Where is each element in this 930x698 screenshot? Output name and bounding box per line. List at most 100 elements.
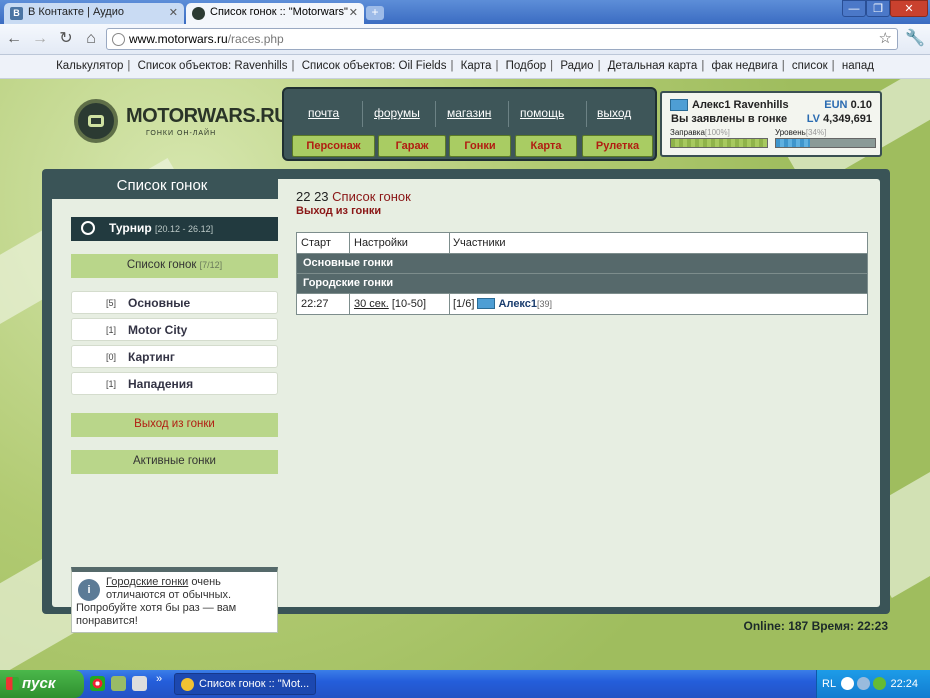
time-label: Время:: [811, 619, 854, 633]
participant-level: [39]: [537, 299, 553, 309]
chevron-icon[interactable]: »: [156, 673, 162, 685]
footer-status: Online: 187 Время: 22:23: [744, 619, 889, 633]
roulette-button[interactable]: Рулетка: [582, 135, 653, 157]
category-attacks[interactable]: [1] Нападения: [71, 372, 278, 395]
close-icon[interactable]: ✕: [349, 6, 358, 19]
lv-value: 4,349,691: [823, 113, 872, 125]
races-button[interactable]: Гонки: [449, 135, 511, 157]
bookmark-item[interactable]: Детальная карта: [608, 60, 698, 72]
windows-logo-icon: [6, 677, 19, 690]
logo-subtitle: ГОНКИ ОН-ЛАЙН: [146, 130, 217, 137]
exit-race-link[interactable]: Выход из гонки: [296, 205, 381, 217]
minimize-button[interactable]: —: [842, 0, 866, 17]
tray-icon[interactable]: [873, 677, 886, 690]
category-main[interactable]: [5] Основные: [71, 291, 278, 314]
tray-icon[interactable]: [857, 677, 870, 690]
tab-label: В Контакте | Аудио: [28, 6, 124, 18]
info-icon: i: [78, 579, 100, 601]
clock: 22:24: [890, 678, 918, 690]
app-icon[interactable]: [111, 676, 126, 691]
bookmark-item[interactable]: Калькулятор: [56, 60, 123, 72]
address-bar[interactable]: www.motorwars.ru/races.php ☆: [106, 28, 898, 50]
nav-shop[interactable]: магазин: [447, 106, 491, 120]
bookmark-item[interactable]: фак недвига: [712, 60, 778, 72]
category-motor-city[interactable]: [1] Motor City: [71, 318, 278, 341]
new-tab-button[interactable]: +: [366, 6, 384, 20]
level-label: Уровень: [775, 128, 806, 137]
language-indicator[interactable]: RL: [822, 678, 836, 690]
character-button[interactable]: Персонаж: [292, 135, 375, 157]
nav-mail[interactable]: почта: [308, 106, 339, 120]
home-icon[interactable]: ⌂: [81, 29, 101, 49]
bookmarks-bar: Калькулятор | Список объектов: Ravenhills…: [0, 55, 930, 79]
chrome-icon: [181, 678, 194, 691]
map-button[interactable]: Карта: [515, 135, 577, 157]
taskbar-window-label: Список гонок :: "Mot...: [199, 678, 310, 690]
category-karting[interactable]: [0] Картинг: [71, 345, 278, 368]
eun-value: 0.10: [850, 99, 872, 111]
nav-logout[interactable]: выход: [597, 106, 631, 120]
user-status: Вы заявлены в гонке: [671, 113, 788, 125]
tab-vkontakte[interactable]: B В Контакте | Аудио ✕: [4, 3, 184, 24]
tab-motorwars[interactable]: Список гонок :: "Motorwars" ✕: [186, 3, 364, 24]
url-path: /races.php: [227, 32, 284, 46]
eun-label: EUN: [824, 99, 848, 111]
level-percent: [34%]: [805, 128, 827, 137]
race-list-item[interactable]: Список гонок [7/12]: [71, 254, 278, 278]
bookmark-item[interactable]: Подбор: [506, 60, 547, 72]
header-settings: Настройки: [354, 237, 408, 249]
forward-arrow-icon[interactable]: →: [30, 29, 50, 49]
bookmark-item[interactable]: Карта: [461, 60, 492, 72]
chrome-icon[interactable]: [90, 676, 105, 691]
motorwars-favicon-icon: [192, 7, 205, 20]
exit-race-button[interactable]: Выход из гонки: [71, 413, 278, 437]
globe-icon: [112, 33, 125, 46]
bookmark-item[interactable]: список: [792, 60, 828, 72]
wrench-icon[interactable]: 🔧: [905, 29, 925, 49]
category-count: [1]: [106, 325, 117, 335]
user-name[interactable]: Алекс1 Ravenhills: [692, 99, 789, 111]
server-time: 22 23: [296, 189, 329, 204]
sidebar-title: Список гонок: [46, 172, 278, 199]
category-count: [0]: [106, 352, 117, 362]
tab-label: Список гонок :: "Motorwars": [210, 6, 348, 18]
table-row[interactable]: 22:27 30 сек. [10-50] [1/6] Алекс1[39]: [297, 294, 867, 314]
app-icon[interactable]: [132, 676, 147, 691]
bookmark-item[interactable]: напад: [842, 60, 874, 72]
system-tray: RL 22:24: [816, 670, 930, 698]
start-button[interactable]: пуск: [0, 670, 84, 698]
taskbar: пуск » Список гонок :: "Mot... RL 22:24: [0, 670, 930, 698]
star-icon[interactable]: ☆: [879, 29, 892, 47]
close-icon[interactable]: ✕: [169, 6, 178, 19]
header-start: Старт: [301, 237, 331, 249]
nav-help[interactable]: помощь: [520, 106, 564, 120]
race-list-label: Список гонок: [126, 259, 197, 271]
bookmark-item[interactable]: Радио: [560, 60, 593, 72]
url-host: www.motorwars.ru: [129, 32, 228, 46]
bookmark-item[interactable]: Список объектов: Ravenhills: [138, 60, 288, 72]
race-slots: [1/6]: [453, 298, 475, 310]
tournament-item[interactable]: Турнир [20.12 - 26.12]: [71, 217, 278, 241]
garage-button[interactable]: Гараж: [378, 135, 446, 157]
race-settings-link[interactable]: 30 сек.: [354, 298, 389, 310]
header-participants: Участники: [453, 237, 506, 249]
tournament-dates: [20.12 - 26.12]: [155, 224, 214, 234]
reload-icon[interactable]: ↻: [56, 29, 76, 49]
nav-forums[interactable]: форумы: [374, 106, 420, 120]
maximize-button[interactable]: ❐: [866, 0, 890, 17]
browser-toolbar: ← → ↻ ⌂ www.motorwars.ru/races.php ☆ 🔧: [0, 24, 930, 55]
tournament-label: Турнир: [109, 221, 152, 235]
active-races-button[interactable]: Активные гонки: [71, 450, 278, 474]
category-label: Основные: [128, 296, 191, 310]
bookmark-item[interactable]: Список объектов: Oil Fields: [302, 60, 447, 72]
close-window-button[interactable]: ✕: [890, 0, 928, 17]
site-logo[interactable]: MOTORWARS.RU ГОНКИ ОН-ЛАЙН: [74, 99, 289, 143]
category-count: [5]: [106, 298, 117, 308]
tray-icon[interactable]: [841, 677, 854, 690]
taskbar-window-button[interactable]: Список гонок :: "Mot...: [174, 673, 316, 695]
participant-name[interactable]: Алекс1: [499, 298, 538, 310]
back-arrow-icon[interactable]: ←: [4, 29, 24, 49]
online-label: Online:: [743, 619, 785, 633]
start-label: пуск: [22, 675, 56, 692]
city-races-link[interactable]: Городские гонки: [106, 576, 188, 588]
